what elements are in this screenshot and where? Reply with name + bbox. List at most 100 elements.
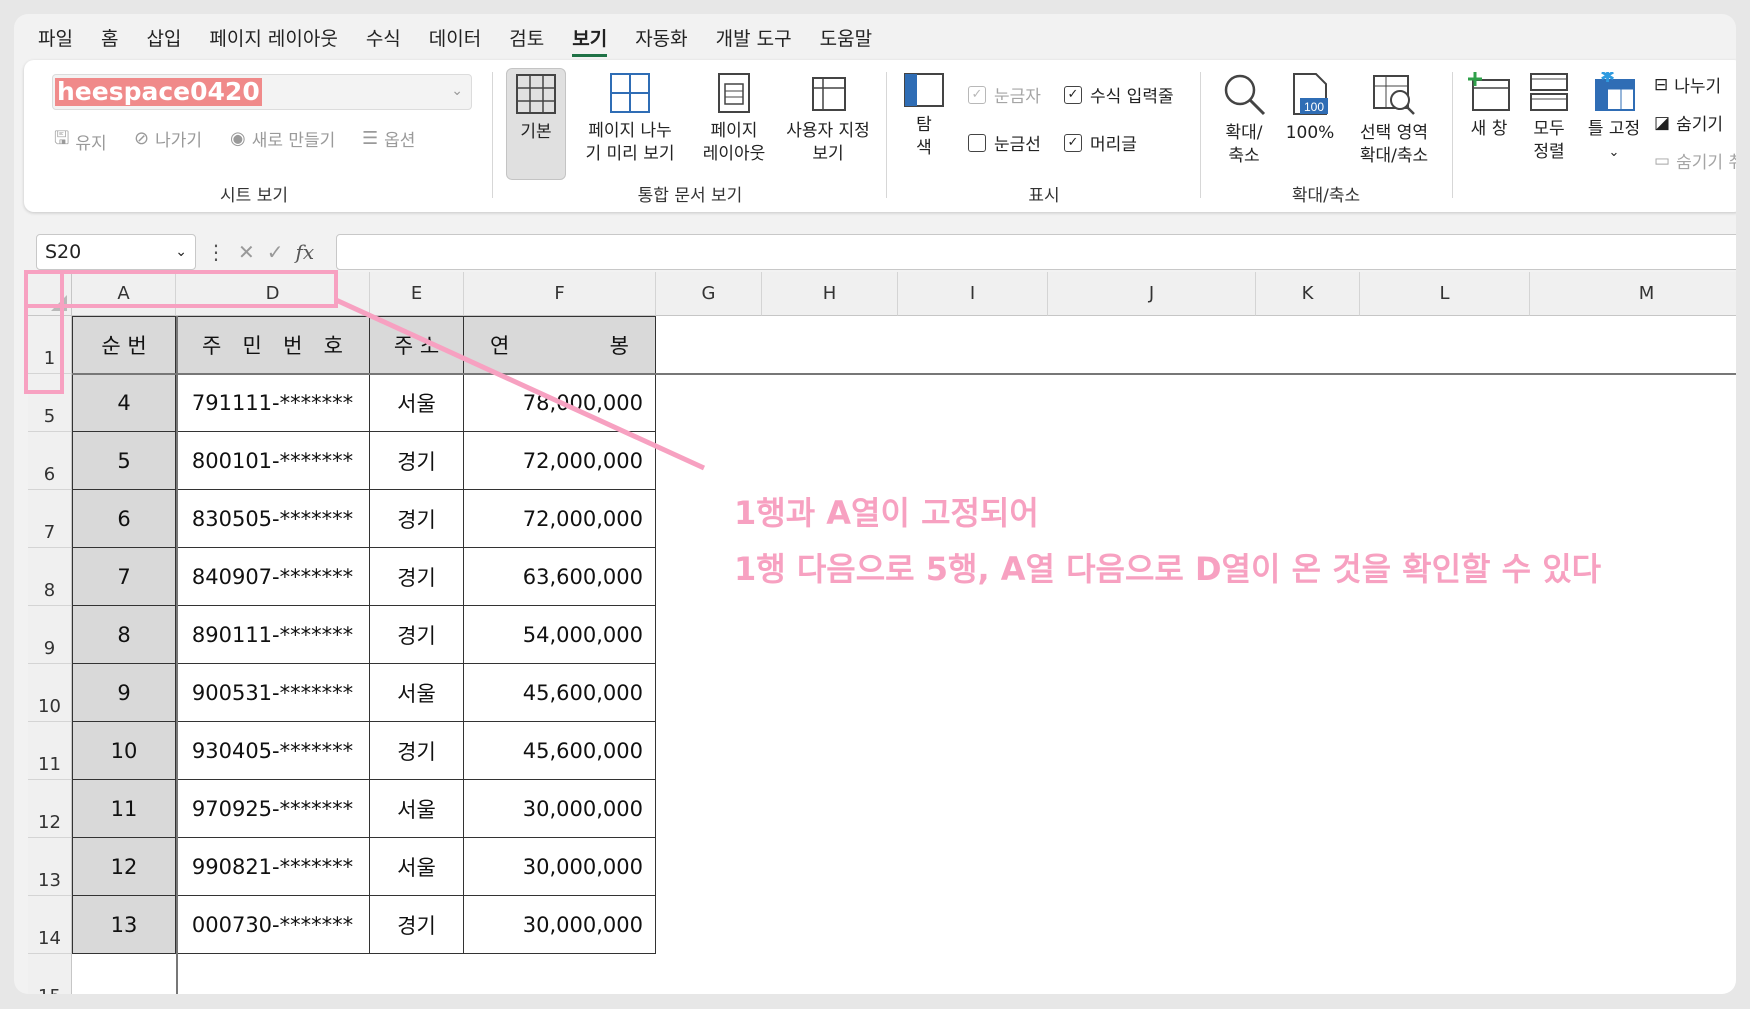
cell-salary[interactable]: 54,000,000: [464, 606, 656, 664]
row-header-15[interactable]: 15: [28, 954, 72, 994]
cell-salary[interactable]: 45,600,000: [464, 722, 656, 780]
tab-6[interactable]: 검토: [509, 16, 544, 59]
cell-id[interactable]: 890111-*******: [176, 606, 370, 664]
cell-no[interactable]: 7: [72, 548, 176, 606]
name-box[interactable]: S20 ⌄: [36, 234, 196, 270]
zoom-label: 확대/ 축소: [1225, 123, 1263, 166]
row-header-8[interactable]: 8: [28, 548, 72, 606]
list-icon: ☰: [362, 128, 379, 149]
cell-no[interactable]: 4: [72, 374, 176, 432]
split-button[interactable]: ⊟ 나누기: [1654, 72, 1721, 98]
zoom-100-button[interactable]: 100 100%: [1280, 68, 1340, 145]
cell-id[interactable]: 970925-*******: [176, 780, 370, 838]
header-cell-no[interactable]: 순 번: [72, 316, 176, 374]
keep-button[interactable]: 🖫 유지: [54, 126, 107, 156]
custom-views-button[interactable]: 사용자 지정 보기: [778, 68, 878, 166]
row-header-7[interactable]: 7: [28, 490, 72, 548]
row-header-6[interactable]: 6: [28, 432, 72, 490]
row-header-10[interactable]: 10: [28, 664, 72, 722]
normal-view-button[interactable]: 기본: [506, 68, 566, 180]
gridlines-checkbox[interactable]: 눈금선: [968, 130, 1041, 155]
cell-no[interactable]: 6: [72, 490, 176, 548]
tab-2[interactable]: 삽입: [146, 16, 181, 59]
zoom-button[interactable]: 확대/ 축소: [1214, 68, 1274, 168]
row-header-12[interactable]: 12: [28, 780, 72, 838]
hide-button[interactable]: ◪ 숨기기: [1654, 110, 1723, 136]
new-window-button[interactable]: 새 창: [1462, 68, 1516, 141]
options-button[interactable]: ☰ 옵션: [362, 126, 415, 151]
tab-8[interactable]: 자동화: [635, 16, 687, 59]
column-header-k[interactable]: K: [1256, 272, 1360, 316]
column-header-i[interactable]: I: [898, 272, 1048, 316]
cell-salary[interactable]: 30,000,000: [464, 896, 656, 954]
cell-no[interactable]: 9: [72, 664, 176, 722]
group-label-zoom: 확대/축소: [1291, 186, 1361, 206]
row-header-11[interactable]: 11: [28, 722, 72, 780]
cell-address[interactable]: 경기: [370, 722, 464, 780]
magnifier-icon: [1224, 74, 1266, 116]
cell-no[interactable]: 8: [72, 606, 176, 664]
row-header-13[interactable]: 13: [28, 838, 72, 896]
cell-address[interactable]: 경기: [370, 548, 464, 606]
column-header-h[interactable]: H: [762, 272, 898, 316]
cell-id[interactable]: 000730-*******: [176, 896, 370, 954]
more-icon[interactable]: ⋮: [206, 240, 226, 264]
cell-address[interactable]: 경기: [370, 490, 464, 548]
enter-icon[interactable]: ✓: [267, 240, 284, 264]
group-sheet-view: heespace0420 ⌄ 🖫 유지 ⊘ 나가기 ◉ 새로 만들기 ☰ 옵션 시트 보…: [24, 60, 484, 212]
cell-address[interactable]: 서울: [370, 838, 464, 896]
cell-address[interactable]: 경기: [370, 896, 464, 954]
cell-id[interactable]: 840907-*******: [176, 548, 370, 606]
cell-salary[interactable]: 30,000,000: [464, 838, 656, 896]
tab-3[interactable]: 페이지 레이아웃: [209, 16, 337, 59]
unhide-button[interactable]: ▭숨기기 취소: [1654, 148, 1736, 174]
column-header-j[interactable]: J: [1048, 272, 1256, 316]
sheet-view-select[interactable]: heespace0420 ⌄: [52, 74, 472, 110]
column-header-m[interactable]: M: [1530, 272, 1736, 316]
cell-address[interactable]: 서울: [370, 780, 464, 838]
zoom-selection-button[interactable]: 선택 영역 확대/축소: [1348, 68, 1440, 168]
tab-9[interactable]: 개발 도구: [716, 16, 792, 59]
row-header-9[interactable]: 9: [28, 606, 72, 664]
highlight-row-headers: [24, 270, 64, 394]
cell-address[interactable]: 경기: [370, 606, 464, 664]
column-header-l[interactable]: L: [1360, 272, 1530, 316]
cell-salary[interactable]: 63,600,000: [464, 548, 656, 606]
headings-checkbox[interactable]: ✓ 머리글: [1064, 130, 1137, 155]
cell-salary[interactable]: 72,000,000: [464, 490, 656, 548]
freeze-panes-button[interactable]: ✱ 틀 고정 ⌄: [1582, 68, 1646, 164]
cell-id[interactable]: 900531-*******: [176, 664, 370, 722]
cell-salary[interactable]: 45,600,000: [464, 664, 656, 722]
tab-1[interactable]: 홈: [101, 16, 118, 59]
cell-no[interactable]: 13: [72, 896, 176, 954]
cell-salary[interactable]: 30,000,000: [464, 780, 656, 838]
formula-input[interactable]: [336, 234, 1736, 270]
cancel-icon[interactable]: ✕: [238, 240, 255, 264]
zoom-selection-icon: [1373, 75, 1415, 115]
exit-button[interactable]: ⊘ 나가기: [134, 126, 202, 151]
options-label: 옵션: [384, 131, 416, 151]
fx-icon[interactable]: fx: [296, 240, 315, 264]
tab-5[interactable]: 데이터: [429, 16, 481, 59]
tab-7[interactable]: 보기: [572, 16, 607, 59]
new-view-button[interactable]: ◉ 새로 만들기: [230, 126, 335, 151]
grid-icon: [516, 74, 556, 114]
row-header-14[interactable]: 14: [28, 896, 72, 954]
page-layout-button[interactable]: 페이지 레이아웃: [694, 68, 774, 166]
cell-no[interactable]: 11: [72, 780, 176, 838]
cell-no[interactable]: 10: [72, 722, 176, 780]
tab-10[interactable]: 도움말: [820, 16, 872, 59]
arrange-all-button[interactable]: 모두 정렬: [1522, 68, 1576, 164]
navigation-button[interactable]: 탐 색: [900, 68, 948, 160]
cell-no[interactable]: 12: [72, 838, 176, 896]
cell-address[interactable]: 서울: [370, 664, 464, 722]
formula-bar-checkbox[interactable]: ✓ 수식 입력줄: [1064, 82, 1174, 107]
ruler-checkbox[interactable]: ✓ 눈금자: [968, 82, 1041, 107]
cell-no[interactable]: 5: [72, 432, 176, 490]
cell-id[interactable]: 830505-*******: [176, 490, 370, 548]
tab-4[interactable]: 수식: [366, 16, 401, 59]
cell-id[interactable]: 990821-*******: [176, 838, 370, 896]
cell-id[interactable]: 930405-*******: [176, 722, 370, 780]
page-break-preview-button[interactable]: 페이지 나누 기 미리 보기: [576, 68, 684, 166]
tab-0[interactable]: 파일: [38, 16, 73, 59]
